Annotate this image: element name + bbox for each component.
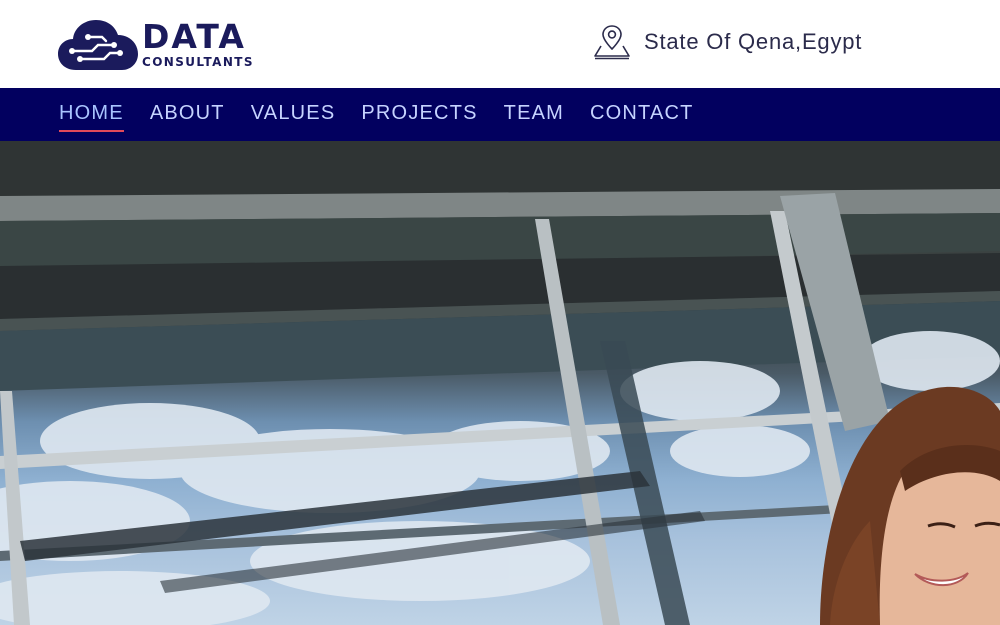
main-nav: HOME ABOUT VALUES PROJECTS TEAM CONTACT bbox=[0, 88, 1000, 141]
nav-item-contact[interactable]: CONTACT bbox=[590, 100, 694, 126]
nav-item-home[interactable]: HOME bbox=[59, 100, 124, 132]
nav-link-team[interactable]: TEAM bbox=[504, 100, 564, 126]
nav-item-projects[interactable]: PROJECTS bbox=[361, 100, 477, 126]
map-pin-icon bbox=[594, 25, 630, 60]
header: DATA CONSULTANTS State Of Qena,Egypt bbox=[0, 0, 1000, 88]
nav-item-values[interactable]: VALUES bbox=[251, 100, 336, 126]
location-info: State Of Qena,Egypt bbox=[592, 22, 862, 62]
nav-link-projects[interactable]: PROJECTS bbox=[361, 100, 477, 126]
location-text: State Of Qena,Egypt bbox=[644, 29, 863, 54]
logo-subtitle: CONSULTANTS bbox=[142, 55, 254, 69]
nav-link-home[interactable]: HOME bbox=[59, 100, 124, 126]
nav-link-values[interactable]: VALUES bbox=[251, 100, 336, 126]
logo[interactable]: DATA CONSULTANTS bbox=[58, 18, 254, 72]
cloud-circuit-icon bbox=[58, 20, 138, 70]
hero-banner bbox=[0, 141, 1000, 625]
hero-image bbox=[0, 141, 1000, 625]
nav-item-about[interactable]: ABOUT bbox=[150, 100, 225, 126]
nav-item-team[interactable]: TEAM bbox=[504, 100, 564, 126]
nav-link-about[interactable]: ABOUT bbox=[150, 100, 225, 126]
nav-link-contact[interactable]: CONTACT bbox=[590, 100, 694, 126]
logo-word: DATA bbox=[142, 17, 246, 56]
